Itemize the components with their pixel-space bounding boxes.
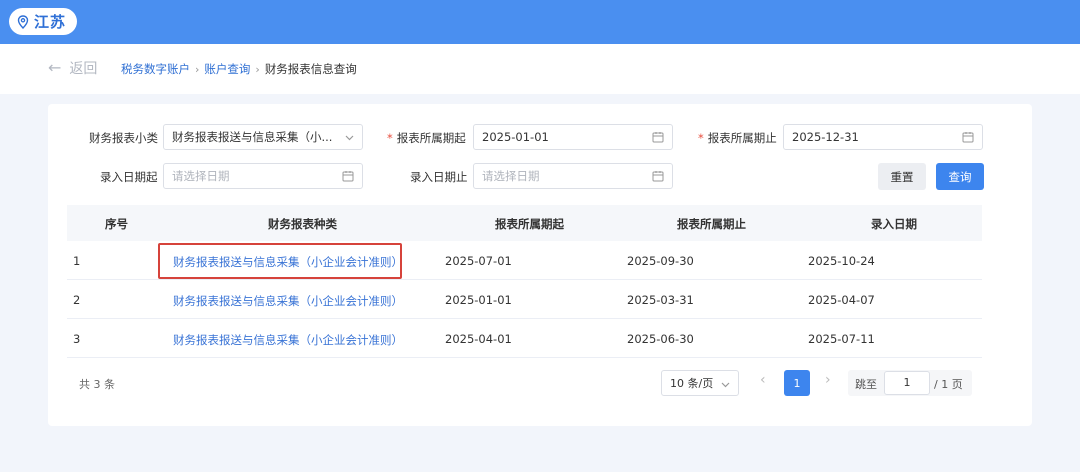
- breadcrumb: 税务数字账户 › 账户查询 › 财务报表信息查询: [121, 61, 357, 77]
- column-header-entry-date: 录入日期: [871, 217, 917, 231]
- row-period-end: 2025-03-31: [627, 293, 694, 307]
- report-type-link[interactable]: 财务报表报送与信息采集（小企业会计准则）: [173, 254, 403, 270]
- breadcrumb-tax-digital-account[interactable]: 税务数字账户: [121, 61, 190, 77]
- period-start-date-field[interactable]: 2025-01-01: [473, 124, 673, 150]
- row-period-start: 2025-04-01: [445, 332, 512, 346]
- entry-end-label: 录入日期止: [410, 170, 468, 184]
- row-entry-date: 2025-04-07: [808, 293, 875, 307]
- entry-start-placeholder: 请选择日期: [172, 169, 230, 183]
- top-bar: 江苏: [0, 0, 1080, 44]
- subcategory-select[interactable]: 财务报表报送与信息采集（小...: [163, 124, 363, 150]
- page-jumper: 跳至 1 / 1 页: [848, 370, 972, 396]
- page-size-select[interactable]: 10 条/页: [661, 370, 739, 396]
- calendar-icon: [342, 170, 354, 182]
- jump-page-input[interactable]: 1: [884, 371, 930, 395]
- subcategory-label: 财务报表小类: [89, 131, 158, 145]
- breadcrumb-bar: ← 返回 税务数字账户 › 账户查询 › 财务报表信息查询: [0, 44, 1080, 94]
- entry-start-label: 录入日期起: [100, 170, 158, 184]
- location-pin-icon: [17, 14, 29, 29]
- jump-label: 跳至: [855, 378, 877, 391]
- calendar-icon: [652, 131, 664, 143]
- row-entry-date: 2025-07-11: [808, 332, 875, 346]
- period-end-value: 2025-12-31: [792, 130, 859, 144]
- table-row: 2 财务报表报送与信息采集（小企业会计准则） 2025-01-01 2025-0…: [67, 280, 982, 319]
- prev-page-button[interactable]: ‹: [760, 372, 766, 388]
- entry-end-placeholder: 请选择日期: [482, 169, 540, 183]
- column-header-index: 序号: [105, 217, 128, 231]
- page-number-current[interactable]: 1: [784, 370, 810, 396]
- row-period-end: 2025-09-30: [627, 254, 694, 268]
- back-label: 返回: [69, 61, 98, 77]
- chevron-down-icon: [721, 379, 730, 388]
- report-type-link[interactable]: 财务报表报送与信息采集（小企业会计准则）: [173, 332, 403, 348]
- page-total-label: / 1 页: [934, 378, 963, 391]
- table-row: 1 财务报表报送与信息采集（小企业会计准则） 2025-07-01 2025-0…: [67, 241, 982, 280]
- back-button[interactable]: ← 返回: [48, 58, 97, 78]
- row-period-start: 2025-07-01: [445, 254, 512, 268]
- row-period-end: 2025-06-30: [627, 332, 694, 346]
- breadcrumb-separator: ›: [255, 62, 260, 76]
- query-button[interactable]: 查询: [936, 163, 984, 190]
- period-end-date-field[interactable]: 2025-12-31: [783, 124, 983, 150]
- next-page-button[interactable]: ›: [825, 372, 831, 388]
- subcategory-value: 财务报表报送与信息采集（小...: [172, 130, 333, 144]
- region-selector[interactable]: 江苏: [9, 8, 77, 35]
- chevron-down-icon: [345, 131, 354, 141]
- entry-start-date-field[interactable]: 请选择日期: [163, 163, 363, 189]
- row-index: 3: [73, 332, 81, 346]
- entry-end-date-field[interactable]: 请选择日期: [473, 163, 673, 189]
- period-start-label: * 报表所属期起: [387, 131, 466, 145]
- arrow-left-icon: ←: [48, 58, 62, 77]
- total-count: 共 3 条: [79, 378, 115, 391]
- column-header-report-type: 财务报表种类: [268, 217, 337, 231]
- period-end-label: * 报表所属期止: [698, 131, 777, 145]
- region-name: 江苏: [34, 13, 67, 31]
- column-header-period-end: 报表所属期止: [677, 217, 746, 231]
- breadcrumb-current-page: 财务报表信息查询: [264, 62, 357, 76]
- column-header-period-start: 报表所属期起: [495, 217, 564, 231]
- breadcrumb-account-query[interactable]: 账户查询: [204, 61, 250, 77]
- row-entry-date: 2025-10-24: [808, 254, 875, 268]
- page-size-value: 10 条/页: [670, 377, 714, 390]
- calendar-icon: [962, 131, 974, 143]
- table-row: 3 财务报表报送与信息采集（小企业会计准则） 2025-04-01 2025-0…: [67, 319, 982, 358]
- calendar-icon: [652, 170, 664, 182]
- period-start-value: 2025-01-01: [482, 130, 549, 144]
- row-period-start: 2025-01-01: [445, 293, 512, 307]
- reset-button[interactable]: 重置: [878, 163, 926, 190]
- report-type-link[interactable]: 财务报表报送与信息采集（小企业会计准则）: [173, 293, 403, 309]
- table-header: 序号 财务报表种类 报表所属期起 报表所属期止 录入日期: [67, 205, 982, 241]
- breadcrumb-separator: ›: [195, 62, 200, 76]
- row-index: 1: [73, 254, 81, 268]
- row-index: 2: [73, 293, 81, 307]
